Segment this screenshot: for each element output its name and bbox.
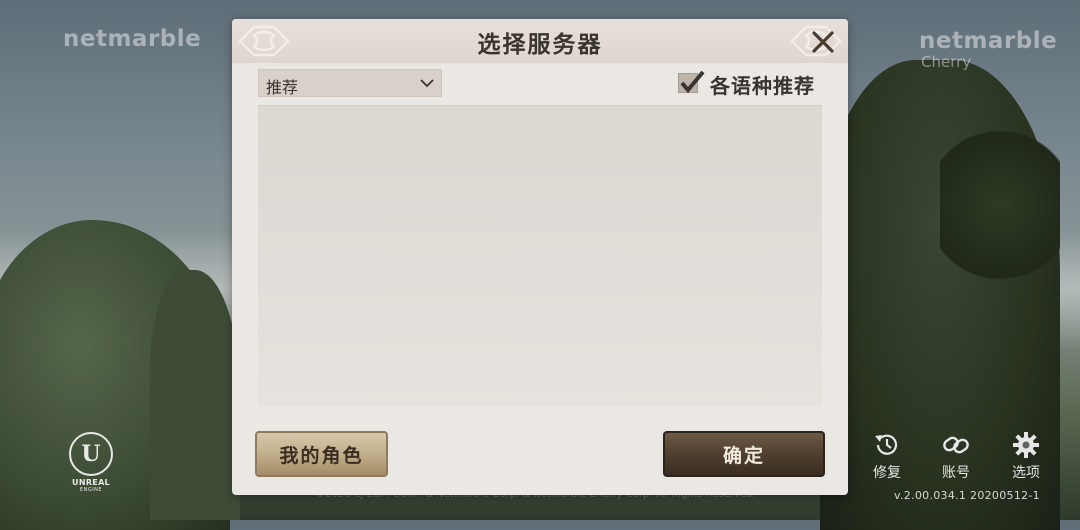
repair-clock-icon [862,430,912,460]
repair-button[interactable]: 修复 [862,430,912,482]
dialog-title: 选择服务器 [477,32,603,58]
server-list[interactable] [258,105,822,406]
netmarble-logo-left: netmarble [63,26,202,52]
unreal-engine-text: UNREAL [72,478,110,487]
checkmark-icon [680,70,705,94]
unreal-engine-logo: U UNREAL ENGINE [62,432,120,493]
netmarble-logo-right: netmarble [919,28,1058,54]
background-tree [940,120,1060,290]
version-text: v.2.00.034.1 20200512-1 [894,489,1040,502]
unreal-engine-subtext: ENGINE [79,487,103,493]
options-button[interactable]: 选项 [1001,430,1051,482]
my-characters-button[interactable]: 我的角色 [255,431,388,477]
account-button[interactable]: 账号 [931,430,981,482]
server-filter-value: 推荐 [266,78,299,97]
close-button[interactable] [806,25,840,59]
netmarble-cherry-sub: Cherry [921,53,972,71]
account-link-icon [931,430,981,460]
unreal-engine-icon: U [69,432,113,476]
language-recommend-label: 各语种推荐 [710,74,815,98]
close-icon [812,31,834,53]
server-filter-dropdown[interactable]: 推荐 [258,69,442,97]
chevron-down-icon [420,79,434,88]
server-select-dialog: 选择服务器 推荐 各语种推荐 我的角色 确定 [232,19,848,495]
options-label: 选项 [1012,465,1040,481]
account-label: 账号 [942,465,970,481]
confirm-button[interactable]: 确定 [663,431,825,477]
checkbox-box[interactable] [678,70,705,94]
repair-label: 修复 [873,465,901,481]
language-recommend-checkbox[interactable]: 各语种推荐 [678,69,824,99]
background-rock-pillar [150,270,240,520]
gear-icon [1001,430,1051,460]
dialog-header: 选择服务器 [232,19,848,63]
